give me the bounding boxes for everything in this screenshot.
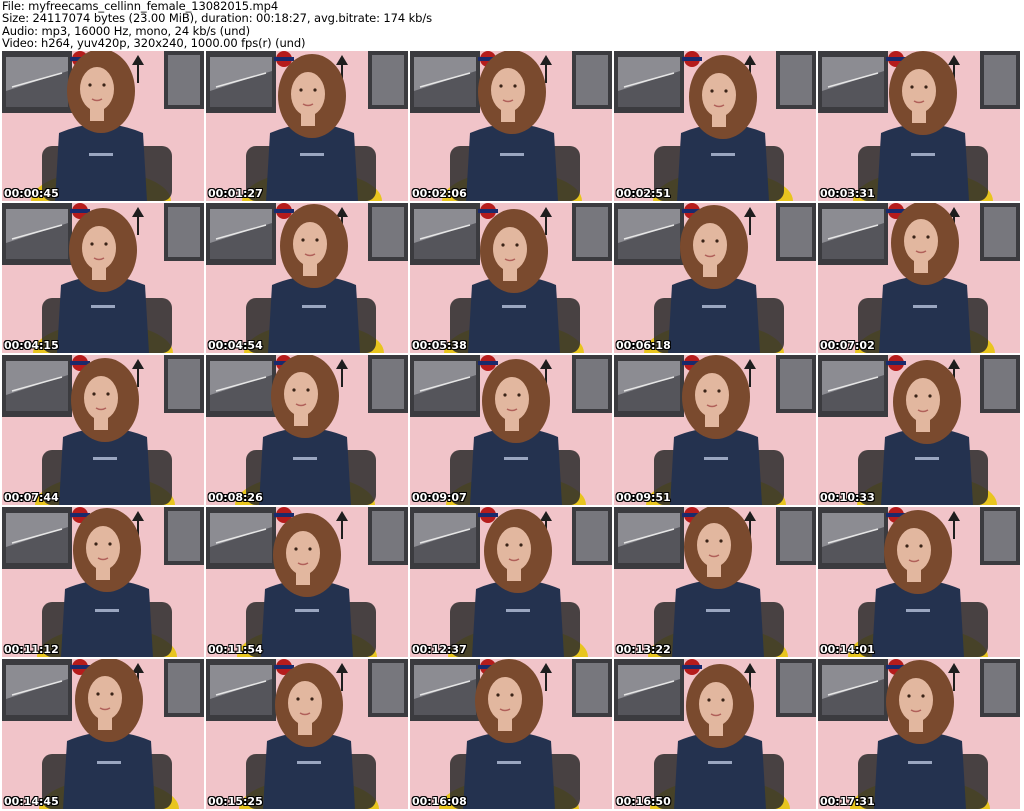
timestamp-label: 00:00:45: [4, 187, 59, 200]
timestamp-label: 00:07:02: [820, 339, 875, 352]
video-thumbnail[interactable]: 00:05:38: [410, 203, 612, 353]
scene-graphic: [410, 51, 612, 201]
video-thumbnail[interactable]: 00:06:18: [614, 203, 816, 353]
video-thumbnail[interactable]: 00:02:51: [614, 51, 816, 201]
thumbnail-grid: 00:00:45 00:01:27 00:02:06 00:02:51 00:03:31…: [2, 51, 1020, 809]
scene-graphic: [206, 355, 408, 505]
timestamp-label: 00:07:44: [4, 491, 59, 504]
timestamp-label: 00:03:31: [820, 187, 875, 200]
scene-graphic: [2, 355, 204, 505]
video-thumbnail[interactable]: 00:10:33: [818, 355, 1020, 505]
scene-graphic: [410, 203, 612, 353]
video-thumbnail[interactable]: 00:07:02: [818, 203, 1020, 353]
timestamp-label: 00:08:26: [208, 491, 263, 504]
scene-graphic: [206, 203, 408, 353]
timestamp-label: 00:04:54: [208, 339, 263, 352]
timestamp-label: 00:09:51: [616, 491, 671, 504]
timestamp-label: 00:05:38: [412, 339, 467, 352]
video-thumbnail[interactable]: 00:14:45: [2, 659, 204, 809]
scene-graphic: [2, 507, 204, 657]
scene-graphic: [614, 507, 816, 657]
video-thumbnail[interactable]: 00:11:54: [206, 507, 408, 657]
video-thumbnail[interactable]: 00:16:08: [410, 659, 612, 809]
scene-graphic: [2, 51, 204, 201]
video-thumbnail[interactable]: 00:17:31: [818, 659, 1020, 809]
scene-graphic: [2, 659, 204, 809]
video-thumbnail[interactable]: 00:09:51: [614, 355, 816, 505]
video-thumbnail[interactable]: 00:04:54: [206, 203, 408, 353]
timestamp-label: 00:11:12: [4, 643, 59, 656]
timestamp-label: 00:16:50: [616, 795, 671, 808]
timestamp-label: 00:09:07: [412, 491, 467, 504]
timestamp-label: 00:17:31: [820, 795, 875, 808]
timestamp-label: 00:15:25: [208, 795, 263, 808]
scene-graphic: [206, 51, 408, 201]
scene-graphic: [614, 659, 816, 809]
scene-graphic: [410, 355, 612, 505]
timestamp-label: 00:01:27: [208, 187, 263, 200]
scene-graphic: [410, 659, 612, 809]
video-thumbnail[interactable]: 00:07:44: [2, 355, 204, 505]
scene-graphic: [206, 659, 408, 809]
video-thumbnail[interactable]: 00:09:07: [410, 355, 612, 505]
timestamp-label: 00:06:18: [616, 339, 671, 352]
video-thumbnail[interactable]: 00:15:25: [206, 659, 408, 809]
video-thumbnail[interactable]: 00:16:50: [614, 659, 816, 809]
video-thumbnail[interactable]: 00:04:15: [2, 203, 204, 353]
timestamp-label: 00:14:01: [820, 643, 875, 656]
timestamp-label: 00:12:37: [412, 643, 467, 656]
video-thumbnail[interactable]: 00:13:22: [614, 507, 816, 657]
timestamp-label: 00:13:22: [616, 643, 671, 656]
video-thumbnail[interactable]: 00:14:01: [818, 507, 1020, 657]
timestamp-label: 00:02:06: [412, 187, 467, 200]
scene-graphic: [2, 203, 204, 353]
video-info-line: Video: h264, yuv420p, 320x240, 1000.00 f…: [2, 36, 306, 51]
timestamp-label: 00:10:33: [820, 491, 875, 504]
timestamp-label: 00:11:54: [208, 643, 263, 656]
video-thumbnail[interactable]: 00:11:12: [2, 507, 204, 657]
video-thumbnail[interactable]: 00:12:37: [410, 507, 612, 657]
scene-graphic: [818, 203, 1020, 353]
scene-graphic: [818, 355, 1020, 505]
scene-graphic: [614, 355, 816, 505]
video-thumbnail[interactable]: 00:02:06: [410, 51, 612, 201]
scene-graphic: [818, 507, 1020, 657]
video-thumbnail[interactable]: 00:03:31: [818, 51, 1020, 201]
video-thumbnail[interactable]: 00:01:27: [206, 51, 408, 201]
timestamp-label: 00:16:08: [412, 795, 467, 808]
scene-graphic: [818, 659, 1020, 809]
scene-graphic: [614, 51, 816, 201]
scene-graphic: [818, 51, 1020, 201]
video-thumbnail[interactable]: 00:00:45: [2, 51, 204, 201]
scene-graphic: [410, 507, 612, 657]
timestamp-label: 00:04:15: [4, 339, 59, 352]
video-thumbnail[interactable]: 00:08:26: [206, 355, 408, 505]
scene-graphic: [206, 507, 408, 657]
timestamp-label: 00:14:45: [4, 795, 59, 808]
file-info-header: File: myfreecams_cellinn_female_13082015…: [2, 0, 432, 50]
scene-graphic: [614, 203, 816, 353]
timestamp-label: 00:02:51: [616, 187, 671, 200]
file-size-line: Size: 24117074 bytes (23.00 MiB), durati…: [2, 11, 433, 26]
